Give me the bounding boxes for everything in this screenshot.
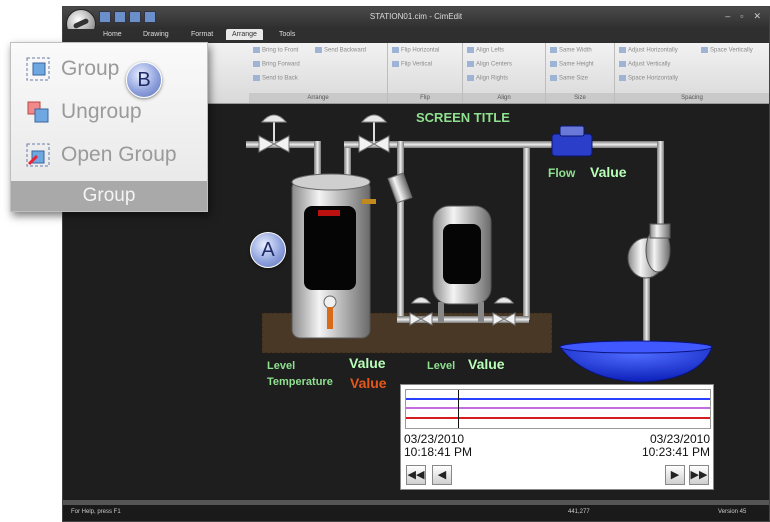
- trend-prev-button[interactable]: ◀: [432, 465, 452, 485]
- ungroup-label: Ungroup: [61, 100, 142, 123]
- pump: [627, 223, 671, 279]
- open-group-button[interactable]: Open Group: [25, 137, 177, 173]
- trend-line-purple: [406, 407, 710, 409]
- open-group-icon: [25, 142, 51, 168]
- trend-plot-area[interactable]: [405, 389, 711, 429]
- level-label: Level: [267, 360, 296, 372]
- group-button[interactable]: Group: [25, 51, 119, 87]
- water-heater-tank: [291, 173, 376, 339]
- water-basin: [558, 340, 713, 383]
- trend-end-time: 10:23:41 PM: [641, 445, 710, 459]
- flow-label: Flow: [548, 166, 576, 180]
- screen-title: SCREEN TITLE: [416, 110, 510, 125]
- group-panel-zoom: Group Ungroup Open Group Group: [10, 42, 208, 212]
- temperature-label: Temperature: [267, 376, 333, 388]
- flow-value: Value: [590, 164, 627, 180]
- marker-b: B: [126, 62, 162, 98]
- trend-control[interactable]: 03/23/2010 10:18:41 PM 03/23/2010 10:23:…: [400, 384, 714, 490]
- flow-meter: [551, 125, 593, 157]
- trend-cursor[interactable]: [458, 390, 459, 428]
- group-panel-caption: Group: [11, 181, 207, 211]
- marker-a: A: [250, 232, 286, 268]
- storage-tank: [432, 205, 492, 322]
- trend-next-button[interactable]: ▶: [665, 465, 685, 485]
- level2-label: Level: [427, 360, 456, 372]
- trend-line-red: [406, 417, 710, 419]
- open-group-label: Open Group: [61, 143, 177, 166]
- trend-first-button[interactable]: ◀◀: [406, 465, 426, 485]
- ungroup-icon: [25, 99, 51, 125]
- trend-last-button[interactable]: ▶▶: [689, 465, 709, 485]
- ungroup-button[interactable]: Ungroup: [25, 94, 142, 130]
- level2-value: Value: [468, 356, 505, 372]
- trend-start-time: 10:18:41 PM: [404, 445, 473, 459]
- temperature-value: Value: [350, 375, 387, 391]
- group-label: Group: [61, 57, 120, 80]
- strainer: [387, 172, 413, 204]
- trend-line-blue: [406, 398, 710, 400]
- level-value: Value: [349, 355, 386, 371]
- group-icon: [25, 56, 51, 82]
